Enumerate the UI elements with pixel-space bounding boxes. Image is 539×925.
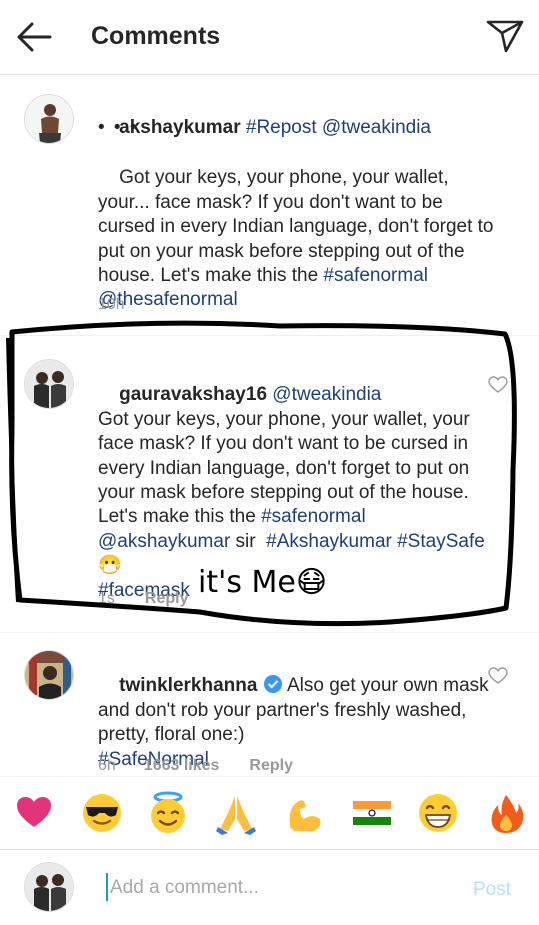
comment-text: Got your keys, your phone, your wallet, … (98, 167, 499, 311)
hashtag-link[interactable]: #Akshaykumar #StaySafe (266, 531, 485, 552)
comment-composer: Post (0, 849, 539, 925)
handwritten-note: it's Me😷 (198, 565, 328, 600)
reply-button[interactable]: Reply (145, 590, 189, 607)
comment-username[interactable]: gauravakshay16 (119, 384, 267, 405)
fire-emoji-icon[interactable] (484, 791, 528, 835)
mention-link[interactable]: @tweakindia (272, 384, 381, 405)
avatar[interactable] (24, 94, 74, 144)
direct-send-icon[interactable] (485, 18, 525, 54)
comment-username[interactable]: twinklerkhanna (119, 675, 257, 696)
comment-time: 1s (98, 590, 115, 607)
likes-count[interactable]: 1663 likes (144, 757, 220, 774)
comment-twinklerkhanna: twinklerkhanna Also get your own mask an… (0, 633, 539, 775)
muscle-emoji-icon[interactable] (282, 791, 326, 835)
post-button[interactable]: Post (473, 879, 511, 901)
mask-emoji: 😷 (98, 555, 122, 577)
comment-time: 6h (98, 757, 116, 774)
like-heart-icon[interactable] (488, 667, 508, 685)
verified-badge-icon (263, 675, 282, 694)
reply-button[interactable]: Reply (249, 757, 293, 774)
heart-emoji-icon[interactable] (12, 791, 56, 835)
comment-akshaykumar: akshaykumar #Repost @tweakindia • • • Go… (0, 74, 539, 335)
comment-time: 10h (98, 296, 125, 313)
emoji-quick-bar (0, 776, 539, 850)
comment-meta: 6h 1663 likes Reply (98, 757, 293, 775)
mask-emoji: 😷 (295, 565, 328, 600)
pray-hands-emoji-icon[interactable] (214, 791, 258, 835)
india-flag-emoji-icon[interactable] (350, 791, 394, 835)
avatar[interactable] (24, 359, 74, 409)
comment-meta: 1s Reply (98, 590, 188, 608)
angel-face-emoji-icon[interactable] (146, 791, 190, 835)
avatar[interactable] (24, 650, 74, 700)
ellipsis-text: • • • (98, 117, 139, 138)
comment-input[interactable] (108, 873, 452, 903)
avatar (24, 862, 74, 912)
grin-face-emoji-icon[interactable] (416, 791, 460, 835)
like-heart-icon[interactable] (488, 376, 508, 394)
back-arrow-icon[interactable] (14, 20, 54, 54)
top-bar: Comments (0, 0, 539, 75)
page-title: Comments (91, 22, 221, 50)
cool-face-emoji-icon[interactable] (80, 791, 124, 835)
